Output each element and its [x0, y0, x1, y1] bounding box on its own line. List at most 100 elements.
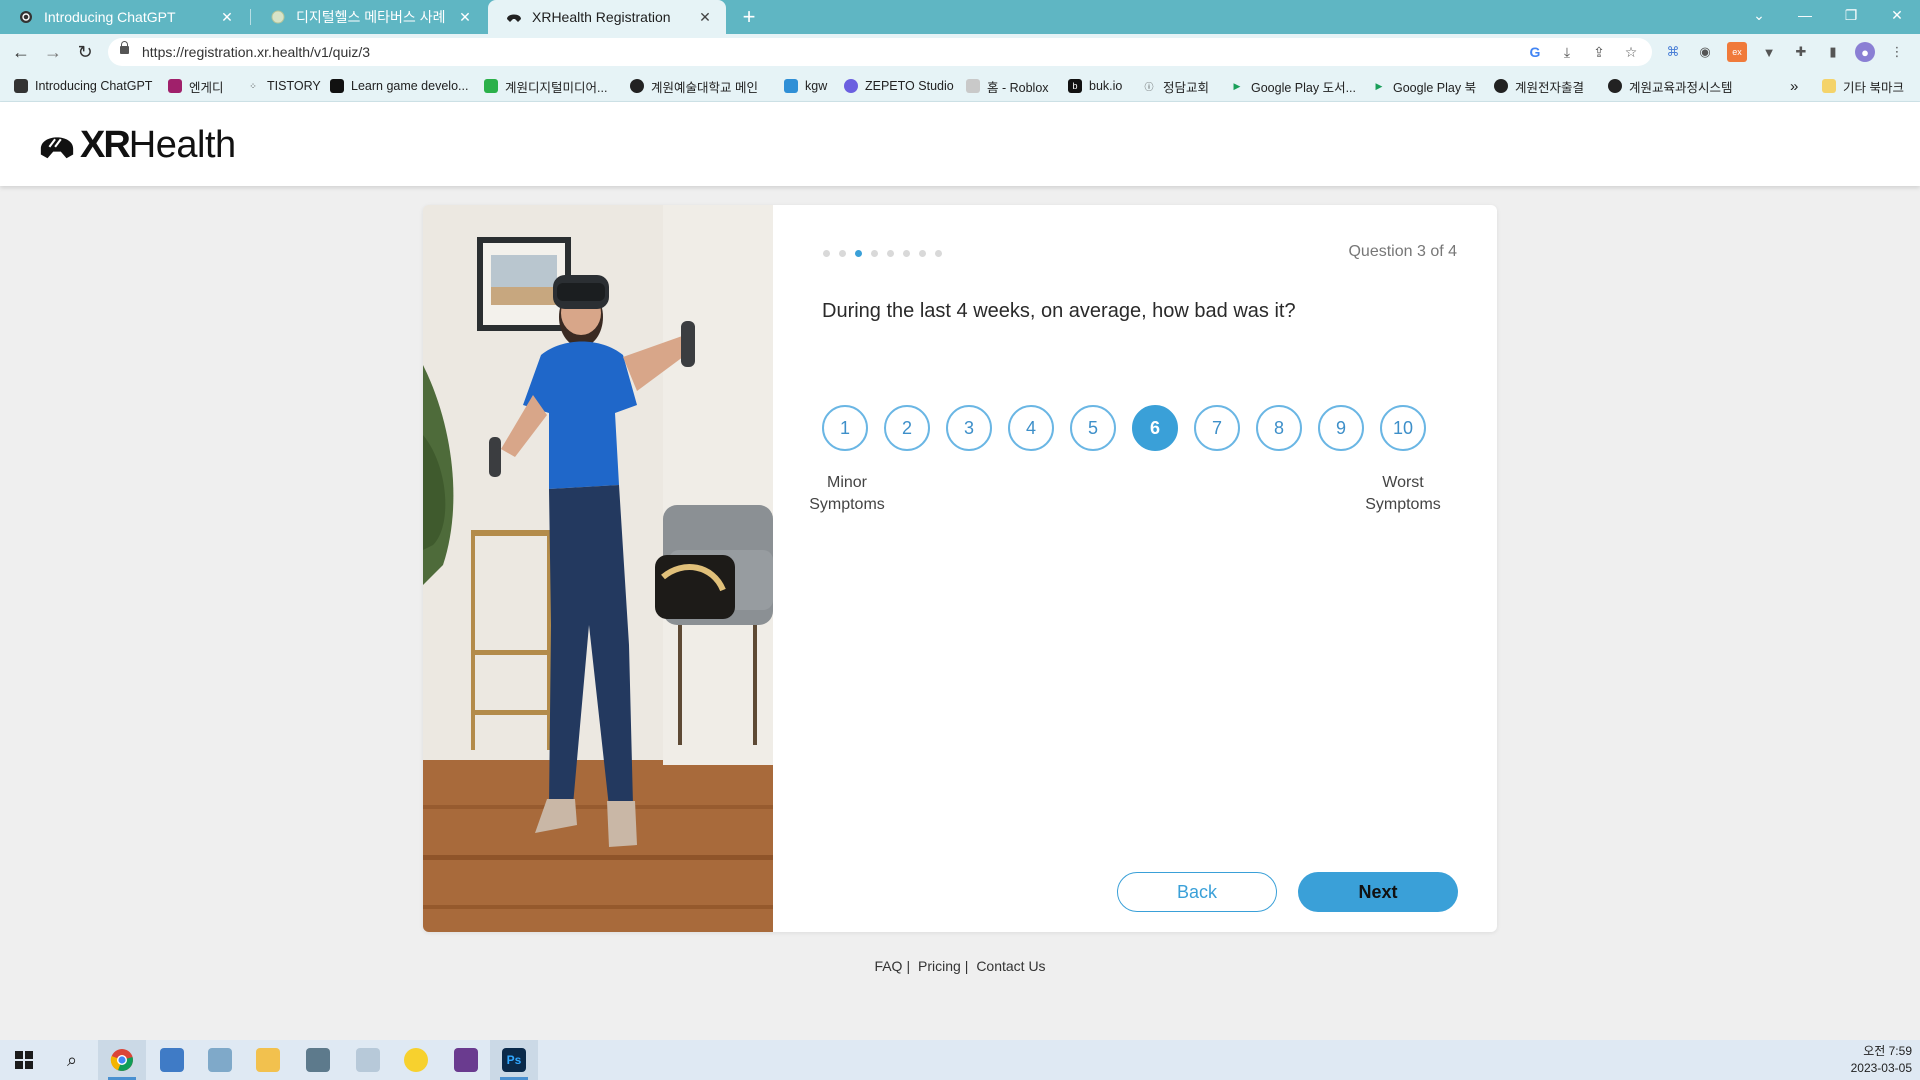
paint-icon: [356, 1048, 380, 1072]
scale-option-2[interactable]: 2: [884, 405, 930, 451]
translate-extension-icon[interactable]: ⌘: [1663, 42, 1683, 62]
windows-logo-icon: [15, 1051, 33, 1069]
close-tab-icon[interactable]: ✕: [218, 8, 236, 26]
system-clock[interactable]: 오전 7:59 2023-03-05: [1851, 1043, 1912, 1077]
close-tab-icon[interactable]: ✕: [696, 8, 714, 26]
media-taskbar-icon[interactable]: [442, 1040, 490, 1080]
back-arrow-icon[interactable]: ←: [8, 40, 34, 64]
tab-divider: [250, 9, 251, 25]
new-tab-button[interactable]: +: [736, 4, 762, 30]
close-window-button[interactable]: ✕: [1874, 0, 1920, 30]
scale-option-4[interactable]: 4: [1008, 405, 1054, 451]
clock-date: 2023-03-05: [1850, 1061, 1912, 1075]
scale-min-label-line2: Symptoms: [809, 496, 885, 513]
bookmark-item[interactable]: Introducing ChatGPT: [14, 76, 152, 96]
photoshop-taskbar-icon[interactable]: Ps: [490, 1040, 538, 1080]
globe-icon: [1608, 79, 1622, 93]
calculator-taskbar-icon[interactable]: [294, 1040, 342, 1080]
restore-button[interactable]: ❐: [1828, 0, 1874, 30]
paint-taskbar-icon[interactable]: [344, 1040, 392, 1080]
openai-icon: [18, 9, 34, 25]
tab-title: Introducing ChatGPT: [44, 9, 176, 25]
tab-search-icon[interactable]: ⌄: [1736, 0, 1782, 30]
bookmark-label: 계원전자출결: [1515, 80, 1585, 95]
site-header: XR Health: [0, 102, 1920, 186]
address-bar[interactable]: https://registration.xr.health/v1/quiz/3…: [108, 38, 1652, 66]
minimize-button[interactable]: —: [1782, 0, 1828, 30]
scale-option-7[interactable]: 7: [1194, 405, 1240, 451]
bookmark-item[interactable]: 계원전자출결: [1494, 76, 1584, 96]
vue-extension-icon[interactable]: ▼: [1759, 42, 1779, 62]
progress-dot: [855, 250, 862, 257]
tab-chatgpt[interactable]: Introducing ChatGPT ✕: [0, 0, 248, 34]
folder-icon: [1822, 79, 1836, 93]
kakaotalk-taskbar-icon[interactable]: [392, 1040, 440, 1080]
vr-user-photo: [423, 205, 773, 932]
bookmark-item[interactable]: 계원예술대학교 메인: [630, 76, 758, 96]
pricing-link[interactable]: Pricing: [918, 958, 961, 974]
bookmark-item[interactable]: ▶ Google Play 북: [1372, 76, 1477, 96]
bookmark-item[interactable]: ▶ Google Play 도서...: [1230, 76, 1356, 96]
menu-kebab-icon[interactable]: ⋮: [1887, 42, 1907, 62]
bookmark-item[interactable]: ZEPETO Studio: [844, 76, 954, 96]
forward-arrow-icon[interactable]: →: [40, 40, 66, 64]
bookmark-item[interactable]: 엔게디: [168, 76, 224, 96]
bookmark-item[interactable]: ⁘ TISTORY: [246, 76, 321, 96]
bookmark-label: TISTORY: [267, 79, 321, 93]
bookmark-item[interactable]: Learn game develo...: [330, 76, 468, 96]
media-icon: [454, 1048, 478, 1072]
progress-dot: [887, 250, 894, 257]
extensions-puzzle-icon[interactable]: ✚: [1791, 42, 1811, 62]
bookmark-label: 홈 - Roblox: [987, 80, 1049, 95]
tab-xrhealth[interactable]: XRHealth Registration ✕: [488, 0, 726, 34]
bookmarks-overflow-button[interactable]: »: [1790, 76, 1798, 96]
install-icon[interactable]: ⤓: [1558, 43, 1576, 61]
bookmark-label: kgw: [805, 79, 828, 93]
bookmark-item[interactable]: ⓘ 정담교회: [1142, 76, 1209, 96]
globe-icon: [270, 9, 286, 25]
other-bookmarks-folder[interactable]: 기타 북마크: [1822, 76, 1904, 96]
scale-option-5[interactable]: 5: [1070, 405, 1116, 451]
kakao-icon: [404, 1048, 428, 1072]
scale-option-6[interactable]: 6: [1132, 405, 1178, 451]
next-button[interactable]: Next: [1298, 872, 1458, 912]
scale-option-8[interactable]: 8: [1256, 405, 1302, 451]
ext-orange-icon[interactable]: ex: [1727, 42, 1747, 62]
search-icon[interactable]: ⌕: [48, 1040, 96, 1080]
reload-icon[interactable]: ↻: [72, 40, 98, 64]
start-button[interactable]: [0, 1040, 48, 1080]
bookmark-label: Learn game develo...: [351, 79, 469, 93]
scale-option-3[interactable]: 3: [946, 405, 992, 451]
scale-option-10[interactable]: 10: [1380, 405, 1426, 451]
bookmark-item[interactable]: b buk.io: [1068, 76, 1122, 96]
bookmark-item[interactable]: 계원디지털미디어...: [484, 76, 607, 96]
severity-scale: 1 2 3 4 5 6 7 8 9 10: [822, 405, 1442, 451]
share-icon[interactable]: ⇪: [1590, 43, 1608, 61]
store-taskbar-icon[interactable]: [148, 1040, 196, 1080]
notepad-taskbar-icon[interactable]: [196, 1040, 244, 1080]
google-icon[interactable]: G: [1526, 43, 1544, 61]
scale-option-1[interactable]: 1: [822, 405, 868, 451]
scale-max-label: Worst Symptoms: [1363, 472, 1443, 516]
close-tab-icon[interactable]: ✕: [456, 8, 474, 26]
clock-time: 오전 7:59: [1863, 1044, 1912, 1058]
bookmark-item[interactable]: kgw: [784, 76, 827, 96]
chrome-taskbar-icon[interactable]: [98, 1040, 146, 1080]
bookmark-item[interactable]: 홈 - Roblox: [966, 76, 1049, 96]
tab-digital-health[interactable]: 디지털헬스 메타버스 사례 ✕: [252, 0, 486, 34]
bookmark-star-icon[interactable]: ☆: [1622, 43, 1640, 61]
faq-link[interactable]: FAQ: [874, 958, 902, 974]
tistory-icon: ⁘: [249, 80, 257, 91]
profile-avatar[interactable]: ●: [1855, 42, 1875, 62]
xrhealth-logo[interactable]: XR Health: [38, 124, 236, 166]
logo-text-health: Health: [128, 123, 236, 166]
bookmark-label: buk.io: [1089, 79, 1123, 93]
file-explorer-taskbar-icon[interactable]: [244, 1040, 292, 1080]
progress-dot: [871, 250, 878, 257]
back-button[interactable]: Back: [1117, 872, 1277, 912]
bookmark-item[interactable]: 계원교육과정시스템: [1608, 76, 1733, 96]
side-panel-icon[interactable]: ▮: [1823, 42, 1843, 62]
camera-extension-icon[interactable]: ◉: [1695, 42, 1715, 62]
contact-us-link[interactable]: Contact Us: [976, 958, 1045, 974]
scale-option-9[interactable]: 9: [1318, 405, 1364, 451]
